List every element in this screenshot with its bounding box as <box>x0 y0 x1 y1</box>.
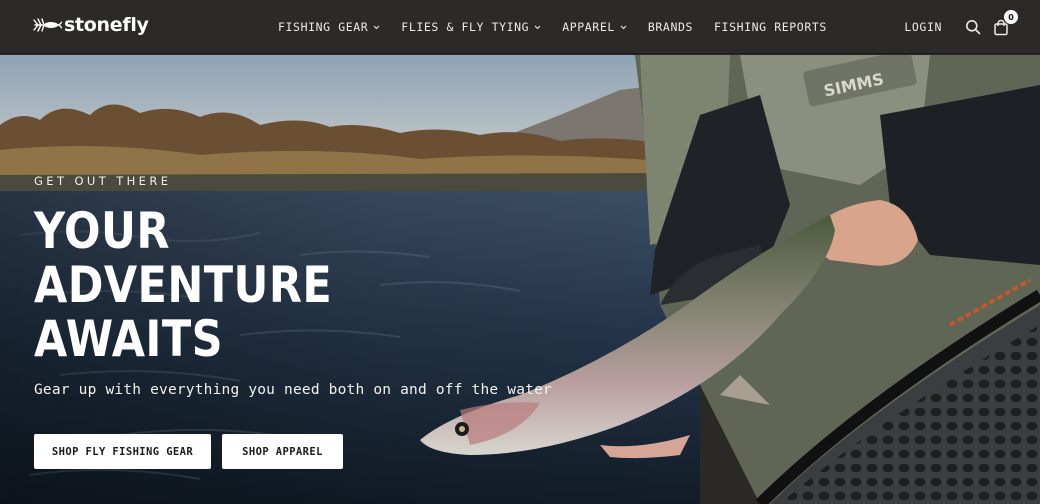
shop-fly-fishing-gear-button[interactable]: SHOP FLY FISHING GEAR <box>34 434 211 469</box>
hero-cta-group: SHOP FLY FISHING GEAR SHOP APPAREL <box>34 434 634 469</box>
main-nav: FISHING GEAR FLIES & FLY TYING APPAREL B… <box>278 0 848 54</box>
site-header: stonefly FISHING GEAR FLIES & FLY TYING … <box>0 0 1040 54</box>
brand-name: stonefly <box>64 13 149 36</box>
nav-item-flies-fly-tying[interactable]: FLIES & FLY TYING <box>401 20 541 34</box>
hero-headline-line1: YOUR ADVENTURE <box>34 202 333 314</box>
hero-banner: SIMMS GET OUT THERE YOUR ADVENTURE AWAIT… <box>0 55 1040 504</box>
header-tools: LOGIN 0 <box>904 0 1018 54</box>
nav-item-apparel[interactable]: APPAREL <box>562 20 627 34</box>
hero-content: GET OUT THERE YOUR ADVENTURE AWAITS Gear… <box>34 174 634 469</box>
brand-logo[interactable]: stonefly <box>32 13 149 37</box>
chevron-down-icon <box>534 25 541 30</box>
nav-item-fishing-gear[interactable]: FISHING GEAR <box>278 20 380 34</box>
nav-item-label: BRANDS <box>647 20 694 34</box>
nav-item-label: FLIES & FLY TYING <box>401 20 530 34</box>
chevron-down-icon <box>620 25 627 30</box>
login-link[interactable]: LOGIN <box>904 20 942 34</box>
fly-icon <box>32 13 62 37</box>
hero-headline-line2: AWAITS <box>34 310 224 368</box>
chevron-down-icon <box>373 25 380 30</box>
nav-item-label: APPAREL <box>562 20 615 34</box>
nav-item-fishing-reports[interactable]: FISHING REPORTS <box>714 20 827 34</box>
hero-headline: YOUR ADVENTURE AWAITS <box>34 204 464 366</box>
cart-count-badge: 0 <box>1004 10 1018 24</box>
shop-apparel-button[interactable]: SHOP APPAREL <box>222 434 343 469</box>
hero-subline: Gear up with everything you need both on… <box>34 382 552 398</box>
search-icon[interactable] <box>962 16 984 38</box>
nav-item-brands[interactable]: BRANDS <box>648 20 693 34</box>
nav-item-label: FISHING GEAR <box>278 20 369 34</box>
hero-eyebrow: GET OUT THERE <box>34 174 172 188</box>
nav-item-label: FISHING REPORTS <box>714 20 827 34</box>
shopping-bag-icon[interactable]: 0 <box>990 10 1018 38</box>
